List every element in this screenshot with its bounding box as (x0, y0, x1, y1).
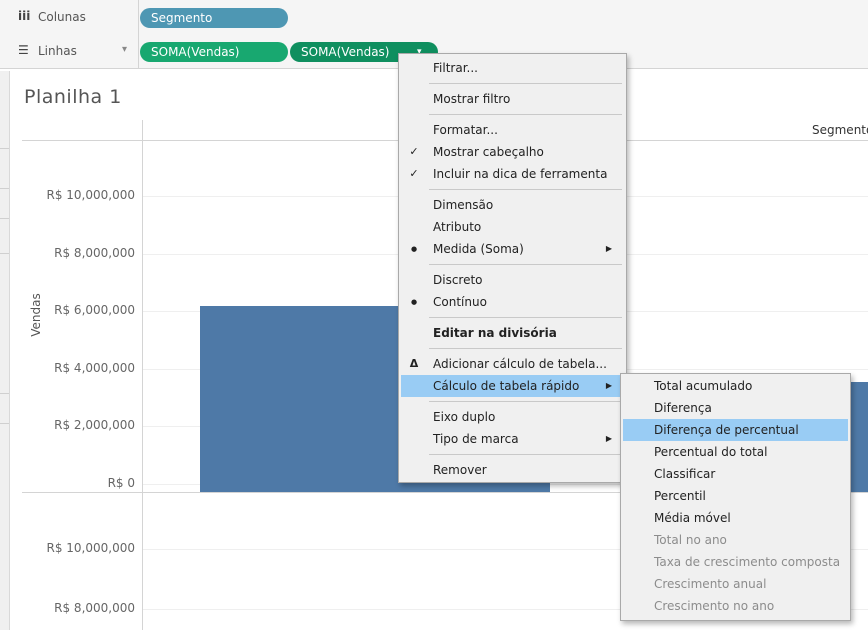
menu-item-label: Tipo de marca (433, 432, 519, 446)
menu-item-label: Atributo (433, 220, 482, 234)
sheet-title: Planilha 1 (24, 86, 122, 108)
submenu-item-total-acumulado[interactable]: Total acumulado (623, 375, 848, 397)
menu-item-atributo[interactable]: Atributo (401, 216, 624, 238)
menu-item-mostrar-filtro[interactable]: Mostrar filtro (401, 88, 624, 110)
submenu-item-diferenca-de-percentual[interactable]: Diferença de percentual (623, 419, 848, 441)
rows-shelf-label: ☰ Linhas ▾ (0, 36, 139, 68)
submenu-item-label: Classificar (654, 467, 716, 481)
menu-item-label: Incluir na dica de ferramenta (433, 167, 608, 181)
submenu-item-label: Percentil (654, 489, 706, 503)
columns-icon: iii (18, 9, 31, 23)
columns-label: Colunas (38, 10, 86, 24)
submenu-item-taxa-de-crescimento-composta: Taxa de crescimento composta (623, 551, 848, 573)
menu-item-label: Dimensão (433, 198, 494, 212)
menu-item-label: Discreto (433, 273, 483, 287)
menu-item-filtrar[interactable]: Filtrar... (401, 57, 624, 79)
menu-separator (429, 189, 622, 190)
check-icon: ✓ (409, 145, 419, 158)
menu-item-label: Filtrar... (433, 61, 478, 75)
rows-dropdown-icon[interactable]: ▾ (122, 44, 127, 55)
menu-item-formatar[interactable]: Formatar... (401, 119, 624, 141)
menu-separator (429, 454, 622, 455)
menu-item-discreto[interactable]: Discreto (401, 269, 624, 291)
submenu-item-label: Percentual do total (654, 445, 768, 459)
quick-table-calc-submenu[interactable]: Total acumulado Diferença Diferença de per… (620, 373, 851, 621)
menu-separator (429, 264, 622, 265)
submenu-item-label: Média móvel (654, 511, 731, 525)
submenu-arrow-icon: ▶ (605, 244, 612, 253)
pill-context-menu[interactable]: Filtrar... Mostrar filtro Formatar... ✓ Most… (398, 53, 627, 483)
menu-separator (429, 114, 622, 115)
radio-dot-icon: ● (410, 298, 418, 306)
submenu-item-label: Total no ano (654, 533, 727, 547)
submenu-item-percentil[interactable]: Percentil (623, 485, 848, 507)
menu-separator (429, 348, 622, 349)
menu-item-continuo[interactable]: ● Contínuo (401, 291, 624, 313)
columns-shelf[interactable]: iii Colunas Segmento (0, 0, 868, 37)
y-tick-label: R$ 0 (107, 476, 135, 490)
y-tick-label: R$ 2,000,000 (54, 418, 135, 433)
submenu-item-diferenca[interactable]: Diferença (623, 397, 848, 419)
menu-separator (429, 401, 622, 402)
submenu-arrow-icon: ▶ (605, 381, 612, 390)
submenu-item-crescimento-no-ano: Crescimento no ano (623, 595, 848, 617)
y-tick-label: R$ 10,000,000 (46, 541, 136, 555)
submenu-item-media-movel[interactable]: Média móvel (623, 507, 848, 529)
menu-item-calculo-de-tabela-rapido[interactable]: Cálculo de tabela rápido ▶ (401, 375, 624, 397)
y-tick-label: R$ 10,000,000 (46, 188, 136, 202)
rows-label: Linhas (38, 44, 77, 58)
menu-item-label: Mostrar cabeçalho (433, 145, 544, 159)
submenu-item-percentual-do-total[interactable]: Percentual do total (623, 441, 848, 463)
y-axis-title: Vendas (28, 293, 43, 337)
submenu-item-label: Crescimento anual (654, 577, 767, 591)
submenu-item-label: Diferença (654, 401, 712, 415)
y-tick-label: R$ 6,000,000 (54, 303, 135, 318)
menu-item-label: Cálculo de tabela rápido (433, 379, 580, 393)
menu-item-label: Eixo duplo (433, 410, 496, 424)
menu-item-medida-soma[interactable]: ● Medida (Soma) ▶ (401, 238, 624, 260)
menu-item-dimensao[interactable]: Dimensão (401, 194, 624, 216)
left-panel-strip (0, 71, 10, 630)
y-tick-label: R$ 8,000,000 (54, 245, 135, 260)
menu-item-label: Remover (433, 463, 487, 477)
submenu-item-total-no-ano: Total no ano (623, 529, 848, 551)
menu-item-label: Adicionar cálculo de tabela... (433, 357, 607, 371)
submenu-item-crescimento-anual: Crescimento anual (623, 573, 848, 595)
menu-item-editar-na-divisoria[interactable]: Editar na divisória (401, 322, 624, 344)
columns-shelf-label: iii Colunas (0, 0, 139, 36)
check-icon: ✓ (409, 167, 419, 180)
rows-icon: ☰ (18, 43, 29, 57)
menu-item-remover[interactable]: Remover (401, 459, 624, 481)
submenu-item-label: Taxa de crescimento composta (654, 555, 841, 569)
submenu-item-label: Total acumulado (654, 379, 753, 393)
y-tick-label: R$ 4,000,000 (54, 360, 135, 375)
menu-item-label: Editar na divisória (433, 326, 557, 340)
menu-separator (429, 83, 622, 84)
menu-item-mostrar-cabecalho[interactable]: ✓ Mostrar cabeçalho (401, 141, 624, 163)
pill-soma-vendas-2-label: SOMA(Vendas) (301, 45, 390, 59)
menu-item-label: Medida (Soma) (433, 242, 524, 256)
submenu-item-classificar[interactable]: Classificar (623, 463, 848, 485)
menu-item-label: Contínuo (433, 295, 487, 309)
pill-soma-vendas-1[interactable]: SOMA(Vendas) (140, 42, 288, 62)
delta-icon: Δ (409, 357, 419, 370)
menu-item-incluir-na-dica-de-ferramenta[interactable]: ✓ Incluir na dica de ferramenta (401, 163, 624, 185)
menu-separator (429, 317, 622, 318)
radio-dot-icon: ● (410, 245, 418, 253)
menu-item-tipo-de-marca[interactable]: Tipo de marca ▶ (401, 428, 624, 450)
submenu-item-label: Crescimento no ano (654, 599, 775, 613)
y-tick-label: R$ 8,000,000 (54, 601, 135, 615)
menu-item-adicionar-calculo-de-tabela[interactable]: Δ Adicionar cálculo de tabela... (401, 353, 624, 375)
pill-segmento[interactable]: Segmento (140, 8, 288, 28)
column-header-segmento: Segmento (812, 123, 868, 137)
menu-item-label: Formatar... (433, 123, 498, 137)
menu-item-eixo-duplo[interactable]: Eixo duplo (401, 406, 624, 428)
submenu-arrow-icon: ▶ (605, 434, 612, 443)
menu-item-label: Mostrar filtro (433, 92, 511, 106)
submenu-item-label: Diferença de percentual (654, 423, 799, 437)
